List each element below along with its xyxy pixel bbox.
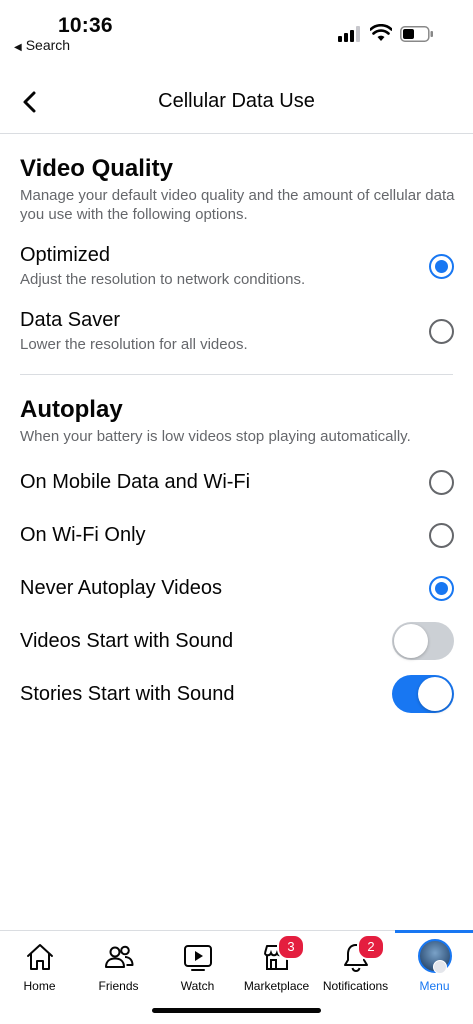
toggle-row-videos-sound[interactable]: Videos Start with Sound <box>0 616 473 666</box>
menu-hamburger-icon <box>433 960 447 974</box>
toggle-label: Videos Start with Sound <box>20 630 234 652</box>
videos-sound-toggle[interactable] <box>392 622 454 660</box>
radio-mobile-data-wifi[interactable] <box>429 470 454 495</box>
radio-optimized[interactable] <box>429 254 454 279</box>
tab-label: Home <box>23 979 56 993</box>
video-quality-heading: Video Quality <box>20 155 173 182</box>
option-label: On Mobile Data and Wi-Fi <box>20 471 251 493</box>
tab-label: Menu <box>419 979 450 993</box>
option-sublabel: Adjust the resolution to network conditi… <box>20 271 306 288</box>
back-app-label: Search <box>25 37 71 53</box>
section-divider <box>20 374 453 375</box>
tab-label: Marketplace <box>243 979 310 993</box>
back-to-search-link[interactable]: ◀ Search <box>14 37 70 53</box>
autoplay-heading: Autoplay <box>20 396 123 423</box>
page-title: Cellular Data Use <box>158 90 315 112</box>
tab-label: Notifications <box>322 979 389 993</box>
option-wifi-only[interactable]: On Wi-Fi Only <box>0 510 473 560</box>
option-label: Data Saver <box>20 309 121 331</box>
radio-wifi-only[interactable] <box>429 523 454 548</box>
tab-label: Watch <box>180 979 215 993</box>
tab-watch[interactable]: Watch <box>158 931 237 1001</box>
toggle-row-stories-sound[interactable]: Stories Start with Sound <box>0 669 473 719</box>
option-mobile-data-wifi[interactable]: On Mobile Data and Wi-Fi <box>0 457 473 507</box>
tab-friends[interactable]: Friends <box>79 931 158 1001</box>
radio-never-autoplay[interactable] <box>429 576 454 601</box>
nav-header: Cellular Data Use <box>0 72 473 134</box>
marketplace-badge: 3 <box>277 934 305 960</box>
stories-sound-toggle[interactable] <box>392 675 454 713</box>
bottom-tab-bar: Home Friends Watch Marketplace Notificat… <box>0 930 473 1000</box>
back-triangle-icon: ◀ <box>14 42 22 53</box>
option-label: Optimized <box>20 244 111 266</box>
wifi-icon <box>370 24 392 41</box>
friends-icon <box>104 945 133 968</box>
option-label: Never Autoplay Videos <box>20 577 222 599</box>
tab-home[interactable]: Home <box>0 931 79 1001</box>
home-icon <box>26 944 53 970</box>
option-never-autoplay[interactable]: Never Autoplay Videos <box>0 563 473 613</box>
cellular-signal-icon <box>338 26 360 42</box>
battery-icon <box>400 26 433 42</box>
status-bar: 10:36 ◀ Search <box>0 0 473 60</box>
notifications-badge: 2 <box>357 934 385 960</box>
autoplay-description: When your battery is low videos stop pla… <box>20 428 411 445</box>
option-optimized[interactable]: Optimized Adjust the resolution to netwo… <box>0 240 473 290</box>
home-indicator <box>152 1008 321 1013</box>
option-sublabel: Lower the resolution for all videos. <box>20 336 248 353</box>
radio-data-saver[interactable] <box>429 319 454 344</box>
toggle-knob <box>418 677 452 711</box>
watch-icon <box>183 945 212 971</box>
toggle-label: Stories Start with Sound <box>20 683 235 705</box>
status-time: 10:36 <box>58 14 113 37</box>
option-label: On Wi-Fi Only <box>20 524 146 546</box>
tab-label: Friends <box>98 979 139 993</box>
video-quality-description: Manage your default video quality and th… <box>20 187 455 223</box>
toggle-knob <box>394 624 428 658</box>
option-data-saver[interactable]: Data Saver Lower the resolution for all … <box>0 305 473 355</box>
